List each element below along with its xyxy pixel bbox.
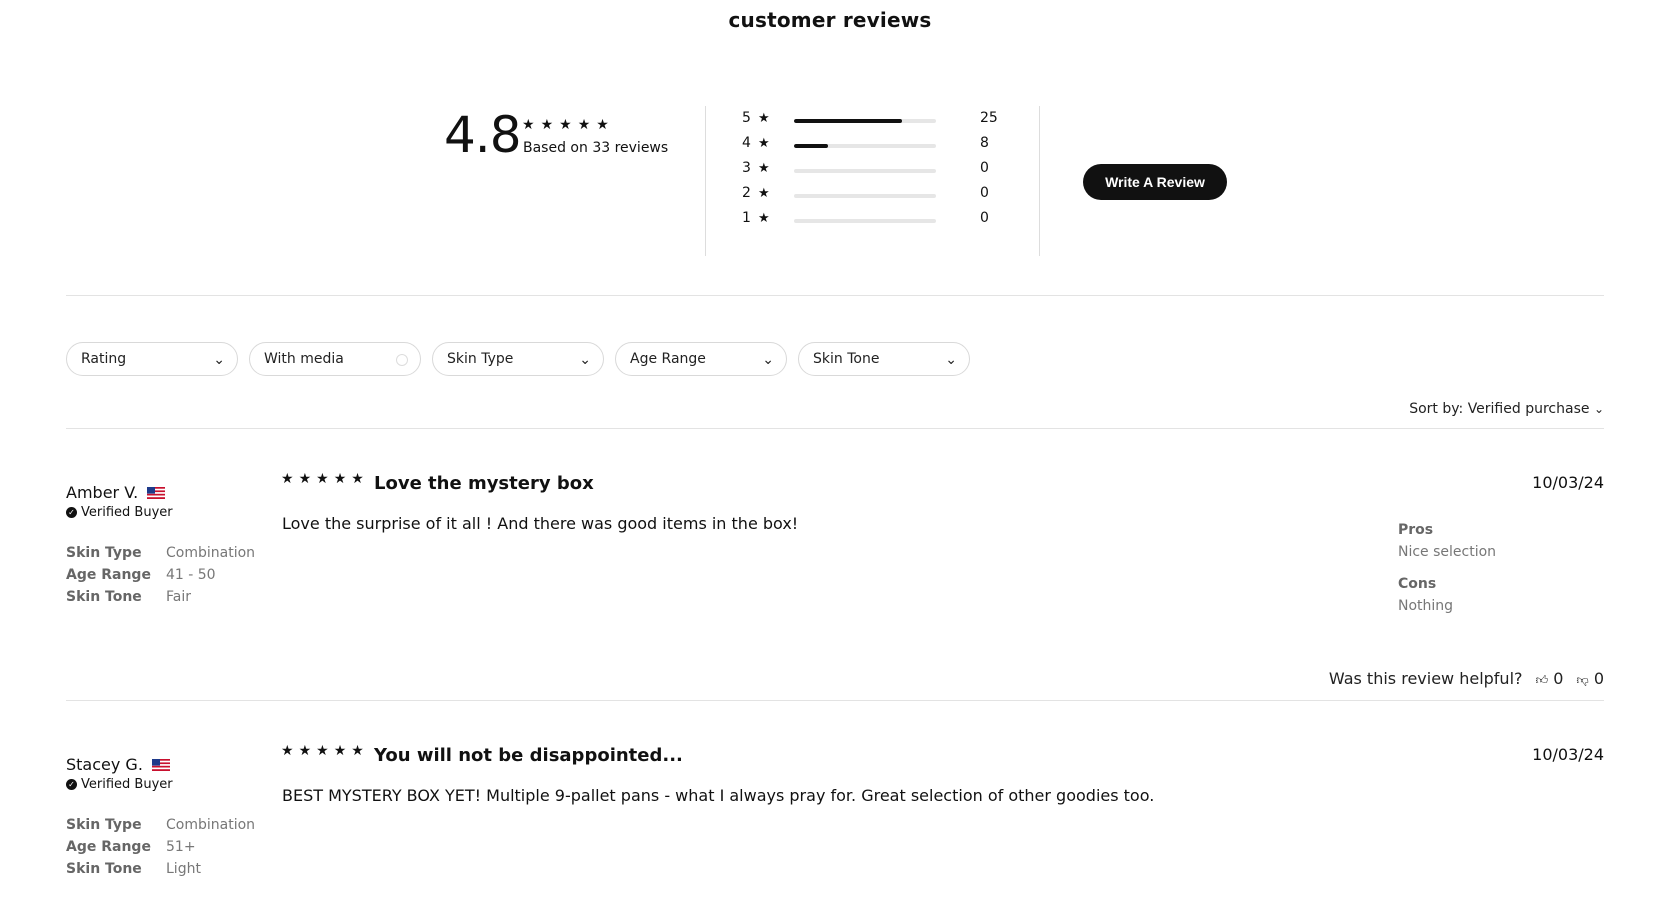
- attribute-value: Light: [166, 861, 201, 877]
- distribution-row[interactable]: 2 ★ 0: [742, 185, 1002, 205]
- attribute-value: Combination: [166, 545, 256, 561]
- distribution-bar: [794, 169, 936, 173]
- check-icon: ✓: [66, 507, 77, 518]
- distribution-bar: [794, 194, 936, 198]
- chevron-down-icon: ⌄: [579, 352, 591, 368]
- star-icon: ★: [333, 471, 347, 487]
- star-icon: ★: [596, 117, 609, 133]
- filter-skin-type[interactable]: Skin Type ⌄: [432, 342, 604, 376]
- thumbs-down-icon: 👎︎: [1576, 673, 1589, 687]
- helpful-row: Was this review helpful? 👍︎ 0 👎︎ 0: [1328, 669, 1604, 688]
- attribute-value: 51+: [166, 839, 196, 855]
- thumbs-down-button[interactable]: 👎︎ 0: [1577, 669, 1604, 688]
- distribution-bar: [794, 144, 936, 148]
- chevron-down-icon: ⌄: [762, 352, 774, 368]
- distribution-row[interactable]: 5 ★ 25: [742, 110, 1002, 130]
- star-icon: ★: [758, 136, 770, 151]
- star-icon: ★: [559, 117, 572, 133]
- verified-badge: ✓ Verified Buyer: [66, 777, 173, 792]
- star-icon: ★: [281, 471, 294, 487]
- chevron-down-icon: ⌄: [945, 352, 957, 368]
- attribute-key: Age Range: [66, 839, 151, 855]
- cons-value: Nothing: [1398, 598, 1454, 614]
- pros-value: Nice selection: [1398, 544, 1497, 560]
- attribute-value: 41 - 50: [166, 567, 216, 583]
- star-icon: ★: [333, 743, 347, 759]
- divider: [1039, 106, 1040, 256]
- review-body: BEST MYSTERY BOX YET! Multiple 9-pallet …: [282, 786, 1155, 805]
- distribution-row[interactable]: 1 ★ 0: [742, 210, 1002, 230]
- pros-label: Pros: [1398, 522, 1434, 538]
- distribution-row[interactable]: 4 ★ 8: [742, 135, 1002, 155]
- review-title: You will not be disappointed...: [374, 745, 683, 766]
- divider: [66, 295, 1604, 296]
- distribution-row[interactable]: 3 ★ 0: [742, 160, 1002, 180]
- average-stars: ★ ★ ★ ★ ★: [522, 118, 609, 132]
- review-date: 10/03/24: [1532, 745, 1604, 764]
- star-icon: ★: [298, 743, 312, 759]
- attribute-value: Combination: [166, 817, 256, 833]
- star-icon: ★: [351, 471, 364, 487]
- filter-age-range[interactable]: Age Range ⌄: [615, 342, 787, 376]
- us-flag-icon: [147, 487, 166, 499]
- thumbs-up-icon: 👍︎: [1535, 673, 1549, 687]
- sort-dropdown[interactable]: Sort by: Verified purchase ⌄: [1409, 401, 1604, 417]
- star-icon: ★: [540, 117, 554, 133]
- review-count: Based on 33 reviews: [523, 140, 669, 156]
- star-icon: ★: [758, 211, 770, 226]
- attribute-key: Age Range: [66, 567, 151, 583]
- attribute-key: Skin Tone: [66, 589, 142, 605]
- write-review-button[interactable]: Write A Review: [1083, 164, 1227, 200]
- check-icon: ✓: [66, 779, 77, 790]
- thumbs-up-button[interactable]: 👍︎ 0: [1536, 669, 1564, 688]
- distribution-bar: [794, 219, 936, 223]
- review-body: Love the surprise of it all ! And there …: [282, 514, 799, 533]
- us-flag-icon: [152, 759, 171, 771]
- attribute-key: Skin Type: [66, 545, 142, 561]
- attribute-key: Skin Type: [66, 817, 142, 833]
- attribute-value: Fair: [166, 589, 191, 605]
- filter-rating[interactable]: Rating ⌄: [66, 342, 238, 376]
- star-icon: ★: [522, 117, 535, 133]
- star-icon: ★: [316, 471, 329, 487]
- star-icon: ★: [316, 743, 329, 759]
- toggle-icon[interactable]: [396, 354, 408, 366]
- divider: [705, 106, 706, 256]
- cons-label: Cons: [1398, 576, 1437, 592]
- chevron-down-icon: ⌄: [1593, 402, 1604, 416]
- star-icon: ★: [758, 161, 770, 176]
- star-icon: ★: [351, 743, 364, 759]
- divider: [66, 700, 1604, 701]
- filter-with-media[interactable]: With media: [249, 342, 421, 376]
- distribution-bar: [794, 119, 936, 123]
- star-icon: ★: [577, 117, 591, 133]
- review-stars: ★ ★ ★ ★ ★: [281, 744, 364, 758]
- attribute-key: Skin Tone: [66, 861, 142, 877]
- verified-badge: ✓ Verified Buyer: [66, 505, 173, 520]
- star-icon: ★: [758, 111, 770, 126]
- review-stars: ★ ★ ★ ★ ★: [281, 472, 364, 486]
- reviewer-name: Amber V.: [66, 483, 166, 502]
- page-title: customer reviews: [728, 8, 932, 32]
- average-rating: 4.8: [444, 106, 522, 164]
- sort-value: Verified purchase: [1467, 401, 1590, 417]
- reviewer-name: Stacey G.: [66, 755, 171, 774]
- star-icon: ★: [298, 471, 312, 487]
- filter-skin-tone[interactable]: Skin Tone ⌄: [798, 342, 970, 376]
- review-title: Love the mystery box: [374, 473, 594, 494]
- chevron-down-icon: ⌄: [213, 352, 225, 368]
- divider: [66, 428, 1604, 429]
- review-date: 10/03/24: [1532, 473, 1604, 492]
- star-icon: ★: [281, 743, 294, 759]
- star-icon: ★: [758, 186, 770, 201]
